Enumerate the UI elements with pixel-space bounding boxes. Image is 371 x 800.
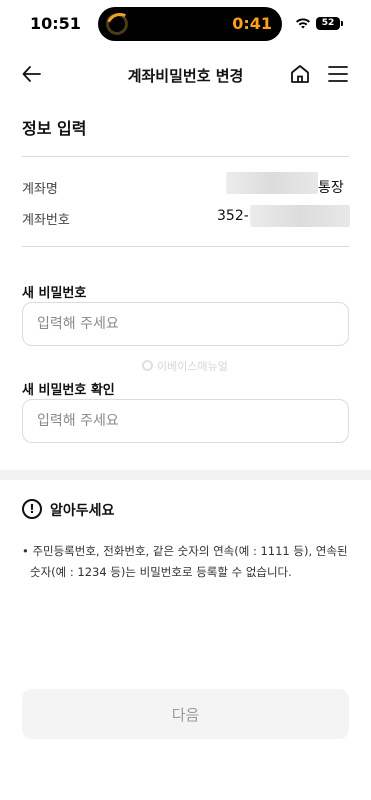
confirm-password-input[interactable] bbox=[22, 399, 349, 443]
home-icon[interactable] bbox=[288, 62, 312, 86]
app-header: 계좌비밀번호 변경 bbox=[0, 52, 371, 98]
new-password-input[interactable] bbox=[22, 302, 349, 346]
watermark-logo-icon bbox=[142, 360, 153, 371]
notice-text: • 주민등록번호, 전화번호, 같은 숫자의 연속(예 : 1111 등), 연… bbox=[22, 544, 348, 579]
notice-title: 알아두세요 bbox=[50, 503, 115, 519]
watermark-text: 이베이스매뉴얼 bbox=[157, 360, 228, 373]
account-name-label: 계좌명 bbox=[22, 182, 58, 197]
section-title-info: 정보 입력 bbox=[22, 119, 87, 138]
masked-account-number bbox=[250, 205, 350, 227]
exclamation-circle-icon: ! bbox=[22, 499, 42, 519]
confirm-password-label: 새 비밀번호 확인 bbox=[22, 383, 115, 398]
timer-ring-icon bbox=[106, 13, 128, 35]
divider bbox=[22, 246, 349, 247]
menu-icon[interactable] bbox=[326, 62, 350, 86]
masked-account-name bbox=[226, 172, 318, 194]
battery-icon: 52 bbox=[316, 17, 343, 30]
next-button[interactable]: 다음 bbox=[22, 689, 349, 739]
section-separator bbox=[0, 470, 371, 480]
watermark: 이베이스매뉴얼 bbox=[142, 358, 228, 374]
dynamic-island: 0:41 bbox=[98, 7, 282, 41]
account-number-label: 계좌번호 bbox=[22, 213, 70, 228]
new-password-label: 새 비밀번호 bbox=[22, 286, 87, 301]
island-timer: 0:41 bbox=[232, 14, 272, 33]
status-bar: 10:51 0:41 52 bbox=[0, 0, 371, 48]
page-title: 계좌비밀번호 변경 bbox=[127, 67, 244, 85]
account-number-value: 352- bbox=[217, 208, 249, 224]
account-name-value: 통장 bbox=[318, 180, 344, 196]
divider bbox=[22, 156, 349, 157]
wifi-icon bbox=[296, 18, 310, 29]
status-time: 10:51 bbox=[30, 14, 81, 33]
